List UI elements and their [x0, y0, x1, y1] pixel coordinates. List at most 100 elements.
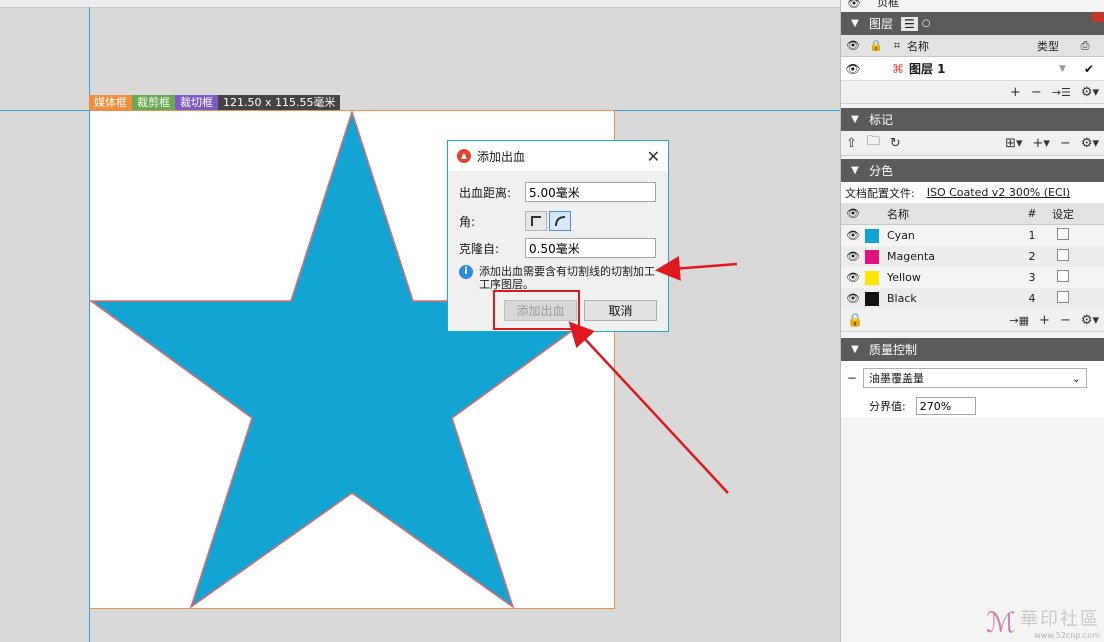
page-boxes-label: 页框 [876, 0, 899, 9]
lock-icon[interactable]: 🔒 [847, 313, 863, 328]
list-view-icon[interactable]: ☰ [901, 16, 918, 31]
watermark-url: www.52cnp.com [1034, 631, 1100, 640]
collapse-arrow-icon[interactable]: ▼ [841, 114, 869, 125]
dialog-title: 添加出血 [477, 149, 526, 164]
move-icon[interactable]: →▦ [1009, 314, 1029, 327]
col-setting: 设定 [1052, 207, 1074, 221]
add-mark-icon[interactable]: ⊞▾ [1005, 136, 1022, 151]
collapse-arrow-icon[interactable]: ▼ [841, 18, 869, 29]
media-box-tab[interactable]: 媒体框 [89, 95, 132, 110]
watermark-text: 華印社區 [1020, 609, 1100, 630]
corner-row: 角: [459, 211, 573, 231]
qc-limit-label: 分界值: [869, 400, 906, 413]
eye-icon[interactable]: 👁 [841, 62, 865, 76]
remove-icon[interactable]: − [1060, 136, 1071, 151]
add-icon[interactable]: + [1039, 313, 1050, 328]
ink-row[interactable]: 👁 Yellow 3 [841, 267, 1104, 288]
corner-label: 角: [459, 214, 476, 229]
qc-limit-input[interactable] [915, 397, 976, 415]
remove-icon[interactable]: − [1031, 85, 1042, 100]
qc-select-row: − 油墨覆盖量 ⌄ [841, 361, 1104, 395]
ink-checkbox[interactable] [1057, 291, 1069, 303]
separations-panel-header[interactable]: ▼ 分色 [841, 159, 1104, 182]
separations-toolbar: 🔒 →▦ + − ⚙▾ [841, 309, 1104, 332]
cancel-button[interactable]: 取消 [584, 300, 657, 321]
collapse-arrow-icon[interactable]: ▼ [841, 344, 869, 355]
watermark: ℳ 華印社區 www.52cnp.com [986, 605, 1100, 640]
check-icon[interactable]: ✔ [1079, 62, 1099, 76]
watermark-logo: ℳ [986, 606, 1016, 639]
collapse-minus-icon[interactable]: − [841, 371, 863, 385]
ink-num: 4 [1028, 292, 1036, 305]
bleed-distance-row: 出血距离: [459, 182, 656, 202]
collapse-arrow-icon[interactable]: ▼ [841, 165, 869, 176]
ink-row[interactable]: 👁 Black 4 [841, 288, 1104, 309]
remove-icon[interactable]: − [1060, 313, 1071, 328]
ink-swatch [865, 291, 879, 306]
ink-checkbox[interactable] [1057, 270, 1069, 282]
gear-icon[interactable]: ⚙▾ [1081, 85, 1099, 100]
app-logo-icon: ▲ [457, 149, 471, 163]
add-icon[interactable]: + [1010, 85, 1021, 100]
info-text: 添加出血需要含有切割线的切割加工工序图层。 [479, 265, 655, 291]
inks-header-row: 👁 名称 # 设定 [841, 203, 1104, 225]
ink-swatch [865, 228, 879, 243]
qc-select-value: 油墨覆盖量 [869, 372, 924, 385]
clone-input[interactable] [525, 238, 656, 258]
ink-name: Black [887, 292, 917, 305]
ink-name: Magenta [887, 250, 936, 263]
bleed-distance-input[interactable] [525, 182, 656, 202]
qc-select[interactable]: 油墨覆盖量 ⌄ [863, 368, 1087, 388]
profile-link[interactable]: ISO Coated v2 300% (ECI) [927, 186, 1071, 199]
ink-row[interactable]: 👁 Magenta 2 [841, 246, 1104, 267]
layers-panel-header[interactable]: ▼ 图层 ☰ ○ [841, 12, 1104, 35]
dialog-titlebar[interactable]: ▲ 添加出血 ✕ [448, 141, 668, 171]
ink-swatch [865, 270, 879, 285]
eye-icon[interactable]: 👁 [841, 271, 865, 284]
info-icon: i [459, 265, 473, 279]
gear-icon[interactable]: ⚙▾ [1081, 136, 1099, 151]
right-panel: 👁 页框 ▼ 图层 ☰ ○ 👁 🔒 ⌗ 名称 类型 ⎙ 👁 ⌘ 图层 1 ▼ ✔… [840, 0, 1104, 642]
layers-title: 图层 [869, 17, 894, 31]
dropdown-arrow-icon[interactable]: ▼ [1059, 64, 1079, 74]
eye-icon[interactable]: 👁 [841, 292, 865, 305]
qc-panel-header[interactable]: ▼ 质量控制 [841, 338, 1104, 361]
folder-icon[interactable]: 🗀 [867, 132, 880, 154]
col-name: 名称 [907, 39, 929, 53]
lock-icon: 🔒 [869, 39, 883, 52]
round-corner-icon [555, 216, 566, 227]
move-to-layer-icon[interactable]: →☰ [1052, 86, 1071, 99]
col-type: 类型 [1037, 39, 1059, 53]
square-corner-button[interactable] [525, 211, 547, 231]
chevron-down-icon: ⌄ [1071, 371, 1081, 385]
layer-row[interactable]: 👁 ⌘ 图层 1 ▼ ✔ [841, 57, 1104, 81]
eye-icon[interactable]: 👁 [847, 0, 861, 10]
separations-title: 分色 [869, 164, 894, 178]
canvas-area[interactable]: 媒体框 裁剪框 裁切框 121.50 x 115.55毫米 [0, 0, 840, 642]
clone-row: 克隆自: [459, 238, 656, 258]
circle-icon[interactable]: ○ [922, 18, 931, 29]
ink-checkbox[interactable] [1057, 249, 1069, 261]
ink-row[interactable]: 👁 Cyan 1 [841, 225, 1104, 246]
marks-panel-header[interactable]: ▼ 标记 [841, 108, 1104, 131]
eye-icon[interactable]: 👁 [841, 250, 865, 263]
profile-row: 文档配置文件: ISO Coated v2 300% (ECI) [841, 182, 1104, 203]
crop-box-tab[interactable]: 裁剪框 [132, 95, 175, 110]
box-icon: ⌗ [893, 38, 901, 52]
eye-icon[interactable]: 👁 [841, 229, 865, 242]
import-icon[interactable]: ⇧ [846, 136, 857, 151]
layer-name[interactable]: 图层 1 [909, 60, 1059, 77]
trim-box-tab[interactable]: 裁切框 [175, 95, 218, 110]
print-icon[interactable]: ⎙ [1073, 39, 1097, 53]
close-icon[interactable]: ✕ [647, 147, 660, 166]
layer-color-icon: ⌘ [892, 61, 904, 76]
refresh-icon[interactable]: ↻ [890, 136, 901, 151]
eye-icon: 👁 [846, 207, 860, 220]
page-boxes-row: 👁 页框 [841, 0, 1104, 12]
add-icon[interactable]: +▾ [1032, 136, 1049, 151]
marks-toolbar: ⇧ 🗀 ↻ ⊞▾ +▾ − ⚙▾ [841, 131, 1104, 156]
layers-toolbar: + − →☰ ⚙▾ [841, 81, 1104, 104]
gear-icon[interactable]: ⚙▾ [1081, 313, 1099, 328]
round-corner-button[interactable] [549, 211, 571, 231]
ink-checkbox[interactable] [1057, 228, 1069, 240]
